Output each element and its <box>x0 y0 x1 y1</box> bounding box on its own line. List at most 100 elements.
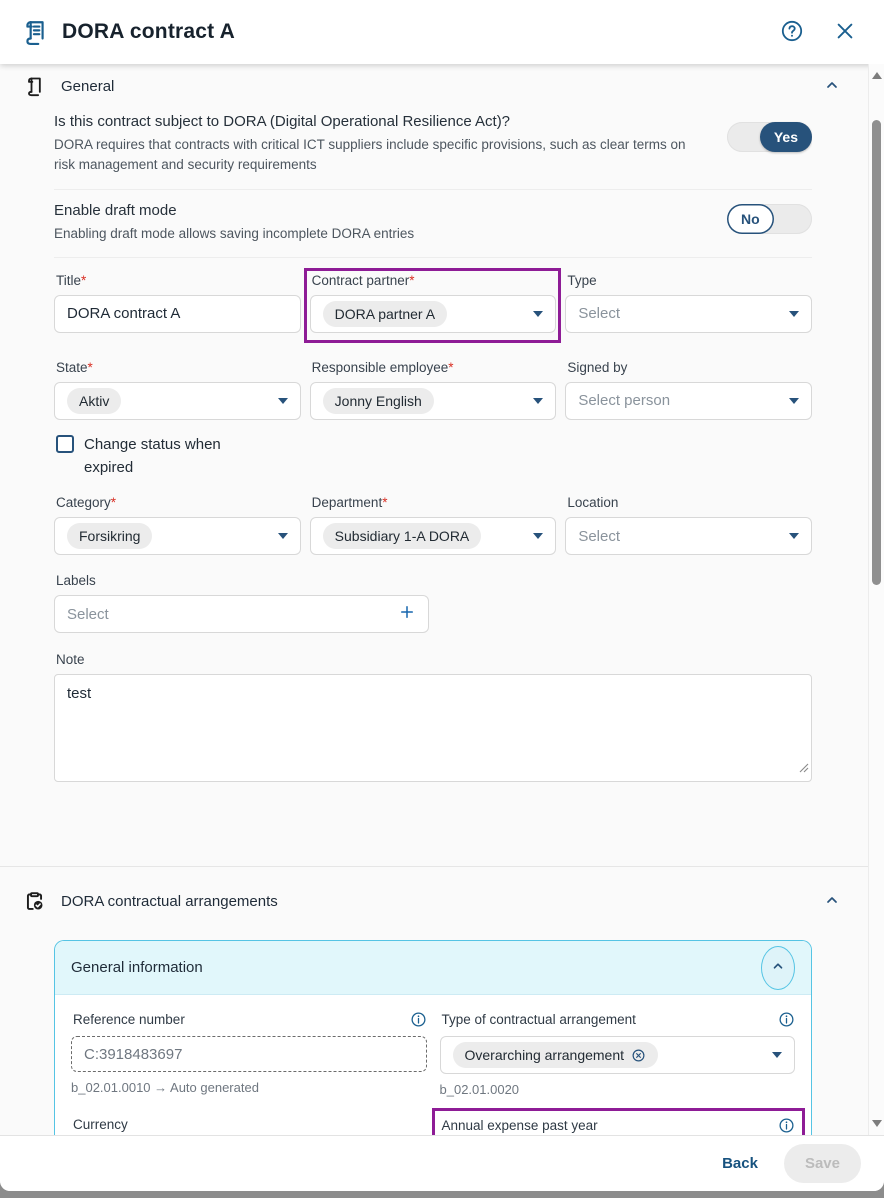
arrangement-type-select[interactable]: Overarching arrangement <box>440 1036 796 1074</box>
panel-header: General information <box>55 941 811 995</box>
field-title: Title* <box>54 273 301 333</box>
scroll-thumb[interactable] <box>872 120 881 585</box>
arrangement-type-chip: Overarching arrangement <box>453 1042 659 1068</box>
draft-mode-label: Enable draft mode <box>54 200 414 221</box>
chip-remove-icon[interactable] <box>631 1048 646 1063</box>
dropdown-caret-icon <box>789 398 799 404</box>
dialog-footer: Back Save <box>0 1135 884 1191</box>
field-category: Category* Forsikring <box>54 495 301 555</box>
info-icon[interactable] <box>410 1011 427 1028</box>
general-info-panel: General information Reference number <box>54 940 812 1135</box>
labels-label: Labels <box>56 573 429 588</box>
close-button[interactable] <box>832 18 858 47</box>
dropdown-caret-icon <box>533 311 543 317</box>
change-status-label: Change status when expired <box>84 433 271 480</box>
section-arrangements: DORA contractual arrangements General in… <box>0 866 868 1135</box>
dropdown-caret-icon <box>278 533 288 539</box>
field-responsible-employee: Responsible employee* Jonny English <box>310 360 557 420</box>
select-placeholder: Select person <box>578 392 670 409</box>
required-asterisk: * <box>382 495 387 510</box>
state-chip: Aktiv <box>67 388 121 414</box>
scrollbar[interactable] <box>868 64 884 1135</box>
panel-title: General information <box>71 959 203 976</box>
dropdown-caret-icon <box>789 311 799 317</box>
save-button[interactable]: Save <box>784 1144 861 1183</box>
help-button[interactable] <box>778 17 806 48</box>
dialog-body: General Is this contract subject to DORA… <box>0 64 884 1135</box>
collapse-general-button[interactable] <box>820 73 844 100</box>
field-department: Department* Subsidiary 1-A DORA <box>310 495 557 555</box>
plus-icon[interactable] <box>398 603 416 625</box>
chevron-up-icon <box>824 892 840 911</box>
category-label: Category* <box>56 495 301 510</box>
contract-partner-label: Contract partner* <box>312 273 557 288</box>
help-icon <box>780 19 804 46</box>
field-signed-by: Signed by Select person <box>565 360 812 420</box>
dropdown-caret-icon <box>772 1052 782 1058</box>
panel-collapse-button[interactable] <box>761 946 795 990</box>
contract-dialog: DORA contract A <box>0 0 884 1191</box>
labels-select[interactable]: Select <box>54 595 429 633</box>
scroll-up-arrow[interactable] <box>872 72 882 79</box>
required-asterisk: * <box>81 273 86 288</box>
title-input[interactable] <box>54 295 301 333</box>
draft-mode-description: Enabling draft mode allows saving incomp… <box>54 224 414 244</box>
chevron-up-icon <box>824 77 840 96</box>
draft-mode-row: Enable draft mode Enabling draft mode al… <box>54 190 812 258</box>
note-textarea[interactable]: test <box>54 674 812 782</box>
scroll-down-arrow[interactable] <box>872 1120 882 1127</box>
reference-number-label: Reference number <box>73 1012 185 1027</box>
section-title-arrangements: DORA contractual arrangements <box>61 893 278 910</box>
contract-partner-select[interactable]: DORA partner A <box>310 295 557 333</box>
department-select[interactable]: Subsidiary 1-A DORA <box>310 517 557 555</box>
dora-subject-toggle[interactable]: Yes <box>727 122 812 152</box>
location-select[interactable]: Select <box>565 517 812 555</box>
info-icon[interactable] <box>778 1117 795 1134</box>
responsible-employee-chip: Jonny English <box>323 388 434 414</box>
dropdown-caret-icon <box>533 398 543 404</box>
required-asterisk: * <box>88 360 93 375</box>
toggle-knob-yes: Yes <box>760 122 812 152</box>
note-label: Note <box>56 652 812 667</box>
field-state: State* Aktiv <box>54 360 301 420</box>
field-contract-partner: Contract partner* DORA partner A <box>310 273 557 333</box>
category-select[interactable]: Forsikring <box>54 517 301 555</box>
reference-number-input[interactable]: C:3918483697 <box>71 1036 427 1072</box>
dora-subject-row: Is this contract subject to DORA (Digita… <box>54 108 812 190</box>
collapse-arrangements-button[interactable] <box>820 888 844 915</box>
select-placeholder: Select <box>578 305 620 322</box>
contract-document-icon <box>22 19 48 45</box>
header-actions <box>778 17 858 48</box>
responsible-employee-label: Responsible employee* <box>312 360 557 375</box>
dropdown-caret-icon <box>278 398 288 404</box>
responsible-employee-select[interactable]: Jonny English <box>310 382 557 420</box>
field-reference-number: Reference number C:3918483697 b_02.01.00… <box>71 1011 427 1097</box>
toggle-knob-no: No <box>727 204 774 234</box>
department-chip: Subsidiary 1-A DORA <box>323 523 482 549</box>
back-button[interactable]: Back <box>722 1155 758 1172</box>
draft-mode-toggle[interactable]: No <box>727 204 812 234</box>
dialog-title: DORA contract A <box>62 20 235 44</box>
info-icon[interactable] <box>778 1011 795 1028</box>
section-general-header: General <box>0 64 868 108</box>
contract-partner-chip: DORA partner A <box>323 301 447 327</box>
select-placeholder: Select <box>67 606 109 623</box>
change-status-checkbox-row[interactable]: Change status when expired <box>56 433 271 480</box>
state-select[interactable]: Aktiv <box>54 382 301 420</box>
signed-by-select[interactable]: Select person <box>565 382 812 420</box>
dropdown-caret-icon <box>533 533 543 539</box>
select-placeholder: Select <box>578 528 620 545</box>
annual-expense-label: Annual expense past year <box>442 1118 598 1133</box>
field-note: Note test <box>54 652 812 782</box>
scroll-contract-icon <box>24 75 44 97</box>
dropdown-caret-icon <box>789 533 799 539</box>
dialog-header: DORA contract A <box>0 0 884 64</box>
dora-subject-question: Is this contract subject to DORA (Digita… <box>54 111 709 132</box>
checkbox-unchecked-icon[interactable] <box>56 435 74 453</box>
type-select[interactable]: Select <box>565 295 812 333</box>
field-type: Type Select <box>565 273 812 333</box>
field-arrangement-type: Type of contractual arrangement Overarch… <box>440 1011 796 1097</box>
resize-grip-icon[interactable] <box>799 760 809 778</box>
type-label: Type <box>567 273 812 288</box>
helper-text: b_02.01.0010 → Auto generated <box>71 1080 427 1095</box>
